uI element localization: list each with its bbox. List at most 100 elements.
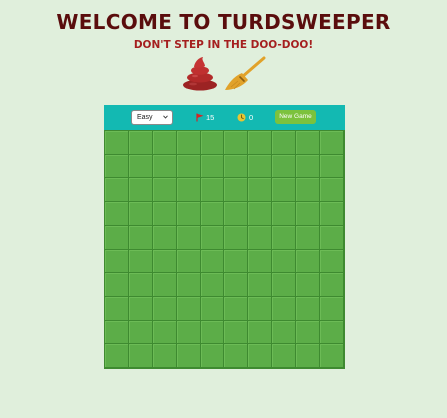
board-cell[interactable] (296, 320, 321, 345)
board-cell[interactable] (272, 154, 297, 179)
board-cell[interactable] (128, 320, 153, 345)
board-cell[interactable] (105, 296, 129, 321)
board-cell[interactable] (128, 296, 153, 321)
board-cell[interactable] (248, 178, 273, 203)
board-cell[interactable] (200, 344, 225, 368)
board-cell[interactable] (200, 320, 225, 345)
board-cell[interactable] (152, 225, 177, 250)
board-cell[interactable] (248, 249, 273, 274)
board-cell[interactable] (296, 131, 321, 155)
board-cell[interactable] (176, 178, 201, 203)
board-cell[interactable] (128, 249, 153, 274)
board-cell[interactable] (200, 296, 225, 321)
board-cell[interactable] (272, 131, 297, 155)
board-cell[interactable] (105, 344, 129, 368)
board-cell[interactable] (200, 202, 225, 226)
board-cell[interactable] (176, 249, 201, 274)
board-cell[interactable] (224, 131, 249, 155)
board-cell[interactable] (320, 131, 344, 155)
board-cell[interactable] (128, 154, 153, 179)
board-cell[interactable] (296, 273, 321, 297)
board-cell[interactable] (152, 178, 177, 203)
board-cell[interactable] (296, 296, 321, 321)
board-cell[interactable] (152, 249, 177, 274)
board-cell[interactable] (320, 178, 344, 203)
board-cell[interactable] (128, 344, 153, 368)
board-cell[interactable] (272, 320, 297, 345)
board-cell[interactable] (152, 154, 177, 179)
board-cell[interactable] (296, 154, 321, 179)
board-cell[interactable] (105, 131, 129, 155)
board-cell[interactable] (272, 296, 297, 321)
board-cell[interactable] (272, 273, 297, 297)
board-cell[interactable] (272, 344, 297, 368)
board-cell[interactable] (248, 273, 273, 297)
board-cell[interactable] (272, 225, 297, 250)
board-cell[interactable] (320, 344, 344, 368)
board-cell[interactable] (152, 202, 177, 226)
board-cell[interactable] (200, 178, 225, 203)
board-cell[interactable] (200, 249, 225, 274)
board-cell[interactable] (248, 296, 273, 321)
board-cell[interactable] (176, 273, 201, 297)
board-cell[interactable] (176, 131, 201, 155)
board-cell[interactable] (272, 178, 297, 203)
board-cell[interactable] (105, 273, 129, 297)
board-cell[interactable] (200, 225, 225, 250)
board-cell[interactable] (152, 296, 177, 321)
board-cell[interactable] (224, 273, 249, 297)
board-cell[interactable] (320, 154, 344, 179)
board-cell[interactable] (248, 344, 273, 368)
board-cell[interactable] (296, 225, 321, 250)
board-cell[interactable] (128, 202, 153, 226)
board-cell[interactable] (272, 202, 297, 226)
board-cell[interactable] (320, 273, 344, 297)
board-cell[interactable] (320, 202, 344, 226)
board-cell[interactable] (128, 225, 153, 250)
new-game-button[interactable]: New Game (275, 110, 316, 124)
board-cell[interactable] (128, 178, 153, 203)
board-cell[interactable] (248, 225, 273, 250)
board-cell[interactable] (152, 344, 177, 368)
board-cell[interactable] (224, 320, 249, 345)
board-cell[interactable] (105, 154, 129, 179)
board-cell[interactable] (200, 131, 225, 155)
board-cell[interactable] (105, 178, 129, 203)
board-cell[interactable] (176, 344, 201, 368)
board-cell[interactable] (176, 202, 201, 226)
board-cell[interactable] (152, 131, 177, 155)
board-cell[interactable] (176, 320, 201, 345)
board-cell[interactable] (248, 154, 273, 179)
board-cell[interactable] (224, 225, 249, 250)
board-cell[interactable] (320, 249, 344, 274)
board-cell[interactable] (200, 273, 225, 297)
board-cell[interactable] (128, 273, 153, 297)
board-cell[interactable] (176, 296, 201, 321)
board-cell[interactable] (224, 344, 249, 368)
board-cell[interactable] (296, 178, 321, 203)
board-cell[interactable] (296, 344, 321, 368)
board-cell[interactable] (224, 154, 249, 179)
board-cell[interactable] (296, 202, 321, 226)
board-cell[interactable] (248, 320, 273, 345)
board-cell[interactable] (128, 131, 153, 155)
board-cell[interactable] (248, 131, 273, 155)
board-cell[interactable] (105, 225, 129, 250)
board-cell[interactable] (272, 249, 297, 274)
board-cell[interactable] (320, 320, 344, 345)
board-cell[interactable] (296, 249, 321, 274)
difficulty-select[interactable]: Easy (131, 110, 173, 125)
board-cell[interactable] (176, 225, 201, 250)
board-cell[interactable] (320, 296, 344, 321)
board-cell[interactable] (152, 320, 177, 345)
board-cell[interactable] (176, 154, 201, 179)
board-cell[interactable] (105, 249, 129, 274)
board-cell[interactable] (224, 249, 249, 274)
board-cell[interactable] (248, 202, 273, 226)
board-cell[interactable] (320, 225, 344, 250)
board-cell[interactable] (224, 202, 249, 226)
board-cell[interactable] (200, 154, 225, 179)
board-cell[interactable] (105, 320, 129, 345)
board-cell[interactable] (105, 202, 129, 226)
board-cell[interactable] (224, 178, 249, 203)
